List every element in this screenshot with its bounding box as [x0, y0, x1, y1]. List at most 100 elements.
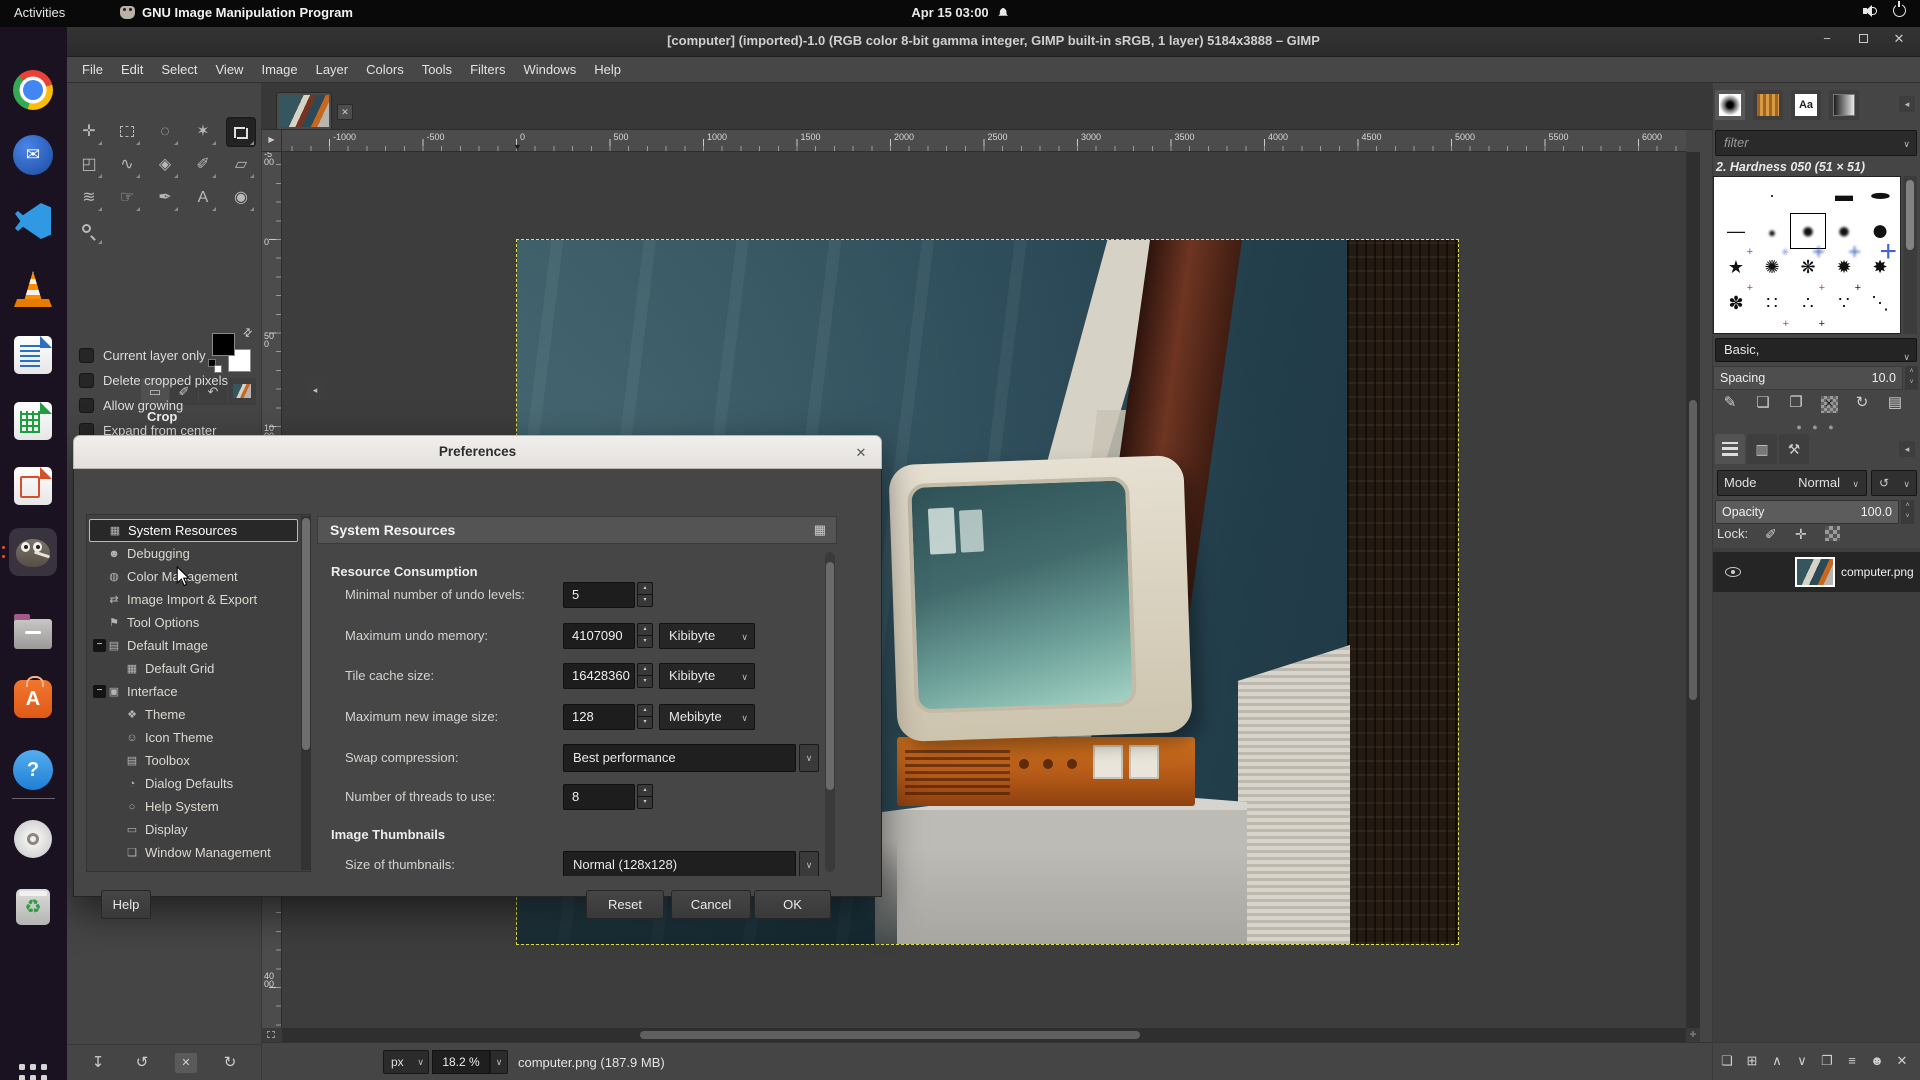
brush-item[interactable]: ●+ [1862, 213, 1898, 249]
brush-item[interactable]: ◍ [1790, 321, 1826, 334]
minimize-button[interactable]: − [1818, 31, 1836, 47]
new-brush-icon[interactable]: ❏ [1752, 392, 1774, 414]
rectangle-select-tool[interactable] [112, 117, 142, 147]
tab-channels[interactable]: ▥ [1747, 434, 1777, 464]
value-field[interactable]: 8 [563, 784, 635, 810]
ruler-origin-button[interactable]: ▶ [262, 130, 282, 152]
brush-item[interactable]: ●+ [1790, 213, 1826, 249]
crop-tool[interactable] [226, 117, 256, 147]
brush-item[interactable] [1790, 177, 1826, 213]
color-picker-tool[interactable]: ◉ [226, 183, 256, 213]
paintbrush-tool[interactable]: ✐ [188, 150, 218, 180]
menu-tools[interactable]: Tools [413, 59, 461, 80]
menu-image[interactable]: Image [252, 59, 306, 80]
brush-item[interactable]: —+ [1718, 213, 1754, 249]
dock-item-trash[interactable]: ♻ [9, 883, 57, 931]
sidebar-item-window-management[interactable]: ❏Window Management [89, 841, 298, 864]
zoom-dropdown-icon[interactable]: ∨ [490, 1050, 508, 1074]
spinner-buttons[interactable]: ▴▾ [637, 784, 653, 810]
checkbox-delete-cropped-pixels[interactable]: Delete cropped pixels [79, 370, 228, 390]
value-field[interactable]: 4107090 [563, 623, 635, 649]
spin-down-icon[interactable]: ▾ [637, 675, 653, 688]
collapse-panel-icon[interactable]: ◂ [307, 382, 323, 398]
free-select-tool[interactable]: ◌ [150, 117, 180, 147]
duplicate-layer-icon[interactable]: ❐ [1817, 1051, 1837, 1071]
value-field[interactable]: 5 [563, 582, 635, 608]
brush-item[interactable]: ●+ [1754, 213, 1790, 249]
gimp-title-bar[interactable]: [computer] (imported)-1.0 (RGB color 8-b… [67, 27, 1920, 57]
spin-down-icon[interactable]: ▾ [637, 594, 653, 607]
brush-item[interactable]: ◍ [1718, 321, 1754, 334]
unit-dropdown[interactable]: Kibibyte∨ [659, 623, 755, 649]
new-layer-group-icon[interactable]: ⊞ [1742, 1051, 1762, 1071]
dock-item-cd-rom[interactable] [9, 815, 57, 863]
warp-transform-tool[interactable]: ∿ [112, 150, 142, 180]
dock-item-libreoffice-writer[interactable] [9, 331, 57, 379]
menu-filters[interactable]: Filters [461, 59, 514, 80]
layer-mode-dropdown[interactable]: Mode Normal ∨ [1717, 470, 1867, 496]
system-tray[interactable] [1863, 4, 1906, 17]
dock-item-ubuntu-software[interactable]: A [9, 675, 57, 723]
dock-item-libreoffice-impress[interactable] [9, 462, 57, 510]
activities-button[interactable]: Activities [14, 5, 65, 20]
dock-item-gimp[interactable] [9, 528, 57, 576]
sidebar-item-default-image[interactable]: −▤Default Image [89, 634, 298, 657]
layer-mode-reset-button[interactable]: ↺∨ [1871, 470, 1917, 496]
sidebar-item-system-resources[interactable]: ▦System Resources [89, 519, 298, 542]
brush-item[interactable]: ▬ [1826, 177, 1862, 213]
open-brush-as-image-icon[interactable]: ▤ [1884, 392, 1906, 414]
layer-row[interactable]: computer.png [1713, 552, 1920, 592]
dock-item-help-viewer[interactable]: ? [9, 746, 57, 794]
airbrush-tool[interactable]: ≋ [74, 183, 104, 213]
checkbox-current-layer-only[interactable]: Current layer only [79, 345, 206, 365]
checkbox-box[interactable] [79, 398, 94, 413]
checkbox-box[interactable] [79, 348, 94, 363]
delete-tool-preset-icon[interactable]: ✕ [175, 1053, 197, 1073]
tree-expander-icon[interactable]: − [93, 639, 106, 652]
brush-item[interactable]: ∵ [1826, 285, 1862, 321]
quick-mask-toggle[interactable] [262, 1028, 282, 1042]
value-field[interactable]: 128 [563, 704, 635, 730]
tab-layers[interactable] [1715, 434, 1745, 464]
menu-windows[interactable]: Windows [514, 59, 585, 80]
dock-item-google-chrome[interactable] [9, 66, 57, 114]
clock-menu[interactable]: Apr 15 03:00 [911, 5, 1008, 20]
raise-layer-icon[interactable]: ∧ [1767, 1051, 1787, 1071]
text-tool[interactable]: A [188, 183, 218, 213]
thumbnail-size-dropdown[interactable]: Normal (128x128) [563, 851, 796, 876]
menu-colors[interactable]: Colors [357, 59, 413, 80]
new-layer-icon[interactable]: ❏ [1717, 1051, 1737, 1071]
brush-item[interactable]: ★+ [1718, 249, 1754, 285]
value-field[interactable]: 16428360 [563, 663, 635, 689]
brush-item[interactable]: ⋱ [1862, 285, 1898, 321]
eraser-tool[interactable]: ▱ [226, 150, 256, 180]
spin-down-icon[interactable]: ▾ [637, 716, 653, 729]
brush-set-dropdown[interactable]: Basic,∨ [1715, 338, 1917, 362]
brush-item[interactable]: · [1754, 177, 1790, 213]
canvas-vertical-scrollbar[interactable] [1686, 152, 1700, 1028]
brush-item[interactable]: ◍ [1754, 321, 1790, 334]
save-tool-preset-icon[interactable]: ↧ [87, 1053, 109, 1073]
brush-item[interactable]: ✸ [1862, 249, 1898, 285]
dock-item-libreoffice-calc[interactable] [9, 397, 57, 445]
dock-item-thunderbird[interactable]: ✉ [9, 131, 57, 179]
brush-spacing-slider[interactable]: Spacing 10.0 [1713, 366, 1903, 390]
duplicate-brush-icon[interactable]: ❐ [1785, 392, 1807, 414]
spinner-buttons[interactable]: ▴▾ [637, 663, 653, 689]
dock-item-show-applications[interactable] [9, 1054, 57, 1080]
tab-patterns[interactable] [1753, 90, 1783, 120]
focused-app-indicator[interactable]: GNU Image Manipulation Program [120, 5, 353, 20]
sidebar-item-display[interactable]: ▭Display [89, 818, 298, 841]
sidebar-item-icon-theme[interactable]: ☺Icon Theme [89, 726, 298, 749]
image-tab[interactable] [276, 92, 332, 129]
sidebar-item-image-import-export[interactable]: ⇄Image Import & Export [89, 588, 298, 611]
brush-item[interactable]: ❋+ [1790, 249, 1826, 285]
image-tab-close-button[interactable]: ✕ [337, 104, 353, 120]
sidebar-item-debugging[interactable]: ☻Debugging [89, 542, 298, 565]
brush-item[interactable]: ◍ [1862, 321, 1898, 334]
refresh-brushes-icon[interactable]: ↻ [1851, 392, 1873, 414]
collapse-panel-icon[interactable]: ◂ [1899, 96, 1915, 112]
brush-item[interactable]: ∴+ [1790, 285, 1826, 321]
layer-mask-icon[interactable]: ☻ [1867, 1051, 1887, 1071]
ink-tool[interactable]: ✒ [150, 183, 180, 213]
